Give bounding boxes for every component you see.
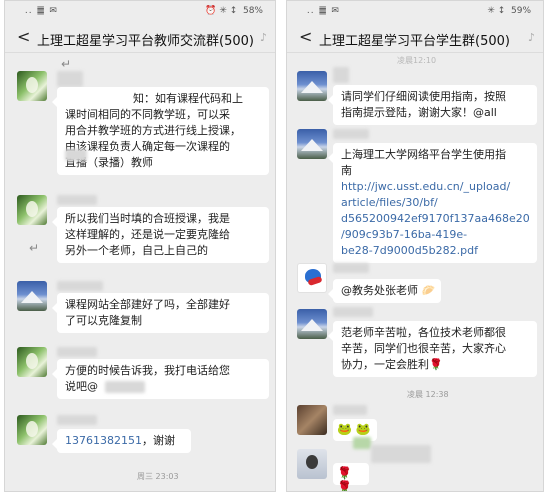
blurred-sender-name [333,129,369,139]
document-link[interactable]: be28-7d9000d5b282.pdf [341,243,529,259]
message-line: 辛苦，同学们也很辛苦，大家齐心 [341,342,506,355]
blurred-region [353,437,371,449]
mention-text: @教务处张老师 [341,284,418,297]
message-line: 课程网站全部建好了吗，全部建好 [65,298,230,311]
message-line: 所以我们当时填的合班授课，我是 [65,212,230,225]
sender-avatar[interactable] [297,405,327,435]
message-line: 指南提示登陆，谢谢大家！@all [341,106,497,119]
message-suffix: ，谢谢 [141,434,175,447]
chat-title: 上理工超星学习平台学生群(500) [319,34,510,49]
status-right: ⏰ ✳ ↕ 58% [205,6,263,16]
message-bubble[interactable]: 课程网站全部建好了吗，全部建好 了可以克隆复制 [52,293,269,333]
student-group-chat-screen: .. ䷀ ✉ ✳ ↕ 59% < 上理工超星学习平台学生群(500) ♪ 凌晨1… [286,0,544,492]
message-bubble[interactable]: 所以我们当时填的合班授课，我是 这样理解的，还是说一定要克隆给 另外一个老师，自… [52,207,269,263]
teacher-group-chat-screen: .. ䷀ ✉ ⏰ ✳ ↕ 58% < 上理工超星学习平台教师交流群(500) ♪… [4,0,276,492]
status-bar: .. ䷀ ✉ ⏰ ✳ ↕ 58% [5,1,275,21]
document-link[interactable]: d565200942ef9170f137aa468e20 [341,211,530,227]
message-bubble[interactable]: 知：如有课程代码和上 课时间相同的不同教学班，可以采 用合并教学班的方式进行线上… [52,87,269,175]
document-link[interactable]: article/files/30/bf/ [341,195,529,211]
status-bar: .. ䷀ ✉ ✳ ↕ 59% [287,1,543,21]
blurred-region [65,149,87,161]
sender-avatar[interactable] [17,281,47,311]
sender-avatar[interactable] [17,195,47,225]
message-bubble[interactable]: 方便的时候告诉我，我打电话给您 说吧@ [52,359,269,399]
blurred-sender-name [57,347,97,357]
message-line: 知：如有课程代码和上 [133,92,243,105]
chat-header: < 上理工超星学习平台教师交流群(500) ♪ [5,23,275,53]
blurred-sender-name [333,405,367,415]
mute-icon: ♪ [259,31,267,44]
link-title: 上海理工大学网络平台学生使用指 [341,148,506,161]
message-line: 了可以克隆复制 [65,314,142,327]
blurred-sender-name [333,307,373,317]
frog-emoji-icon: 🐸 🐸 [337,422,371,436]
rose-emoji-icon: 🌹 [429,358,443,371]
blurred-sender-name [57,71,83,87]
phone-number-link[interactable]: 13761382151 [65,434,142,447]
message-text: 协力，一定会胜利 [341,358,429,371]
sender-avatar[interactable] [17,347,47,377]
message-line: 课时间相同的不同教学班，可以采 [65,108,230,121]
blurred-sender-name [333,263,369,273]
sender-avatar[interactable] [17,415,47,445]
message-line: 协力，一定会胜利🌹 [341,357,529,373]
document-link[interactable]: /909c93b7-16ba-419e- [341,227,529,243]
message-line: 方便的时候告诉我，我打电话给您 [65,364,230,377]
back-icon[interactable]: < [299,27,312,46]
sender-avatar[interactable] [17,71,47,101]
rose-emoji-icon: 🌹 🌹 [337,466,352,492]
status-icons: .. ䷀ ✉ [21,6,58,16]
message-line: 13761382151，谢谢 [65,433,183,449]
dumpling-emoji-icon: 🥟 [421,284,436,297]
message-line: 这样理解的，还是说一定要克隆给 [65,228,230,241]
message-bubble[interactable]: 13761382151，谢谢 [52,429,191,453]
link-title: 南 [341,164,352,177]
blurred-sender-name [57,281,103,291]
emoji-message-bubble[interactable]: 🌹 🌹 [333,463,369,491]
message-timestamp: 周三 23:03 [137,472,179,481]
blurred-sender-name [57,415,97,425]
blurred-sender-name [57,195,97,205]
blurred-mention [105,381,145,393]
message-line: 用合并教学班的方式进行线上授课， [65,124,241,137]
mute-icon: ♪ [527,31,535,44]
document-link[interactable]: http://jwc.usst.edu.cn/_upload/ [341,179,529,195]
message-line: 直播（录播）教师 [65,156,153,169]
message-line: @教务处张老师 🥟 [341,283,436,299]
sender-avatar[interactable] [297,71,327,101]
sender-avatar[interactable] [297,449,327,479]
blurred-sender-name [333,67,349,83]
message-bubble[interactable]: 范老师辛苦啦，各位技术老师都很 辛苦，同学们也很辛苦，大家齐心 协力，一定会胜利… [328,321,537,377]
return-icon: ↵ [29,241,40,255]
message-bubble[interactable]: 请同学们仔细阅读使用指南，按照 指南提示登陆，谢谢大家！@all [328,85,537,125]
status-right: ✳ ↕ 59% [487,6,531,16]
chat-header: < 上理工超星学习平台学生群(500) ♪ [287,23,543,53]
blurred-region [371,445,431,463]
message-line: 范老师辛苦啦，各位技术老师都很 [341,326,506,339]
status-icons: .. ䷀ ✉ [303,6,340,16]
chat-title: 上理工超星学习平台教师交流群(500) [37,34,254,49]
message-line: 说吧@ [65,380,98,393]
message-line: 由该课程负责人确定每一次课程的 [65,140,230,153]
message-bubble[interactable]: @教务处张老师 🥟 [328,279,441,303]
message-line: 另外一个老师，自己上自己的 [65,244,208,257]
sender-avatar-logo[interactable] [297,263,327,293]
back-icon[interactable]: < [17,27,30,46]
return-icon: ↵ [61,57,72,71]
message-line: 请同学们仔细阅读使用指南，按照 [341,90,506,103]
message-timestamp: 凌晨 12:38 [407,390,449,399]
sender-avatar[interactable] [297,129,327,159]
link-message-bubble[interactable]: 上海理工大学网络平台学生使用指 南 http://jwc.usst.edu.cn… [328,143,537,263]
sender-avatar[interactable] [297,309,327,339]
message-timestamp: 凌晨12:10 [397,56,437,65]
